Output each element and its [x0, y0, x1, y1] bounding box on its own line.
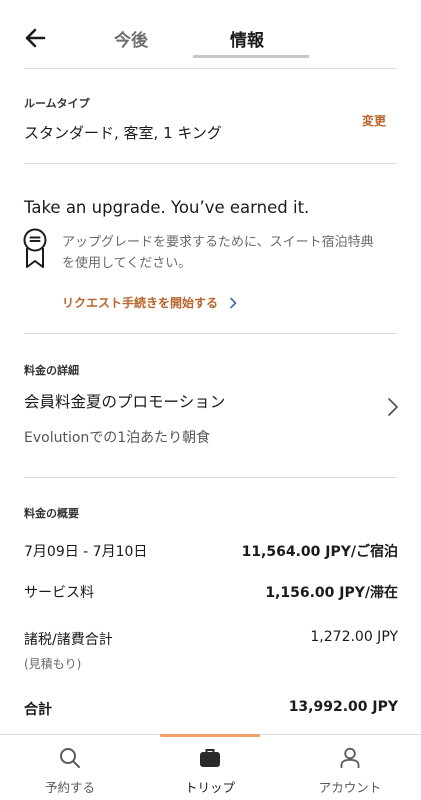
search-icon	[60, 748, 80, 768]
estimate-label: (見積もり)	[24, 657, 82, 671]
rate-details-row[interactable]: 会員料金夏のプロモーション Evolutionでの1泊あたり朝食	[0, 380, 421, 450]
taxes-value: 1,272.00 JPY	[310, 629, 398, 645]
service-fee-value: 1,156.00 JPY/滞在	[265, 585, 398, 601]
divider	[24, 477, 397, 478]
tab-book-label: 予約する	[44, 780, 95, 795]
active-tab-underline	[193, 55, 309, 58]
tab-trips-label: トリップ	[184, 780, 235, 795]
request-upgrade-link[interactable]: リクエスト手続きを開始する	[62, 294, 238, 311]
divider	[24, 68, 397, 69]
change-room-link[interactable]: 変更	[362, 112, 386, 129]
divider	[24, 333, 397, 334]
person-icon	[340, 747, 360, 768]
taxes-label: 諸税/諸費合計	[24, 632, 113, 648]
nightly-rate: 11,564.00 JPY/ご宿泊	[241, 544, 398, 560]
suitcase-icon	[200, 749, 220, 767]
chevron-right-icon	[388, 398, 398, 416]
total-value: 13,992.00 JPY	[288, 699, 398, 715]
chevron-right-icon	[230, 297, 237, 308]
rate-details-label: 料金の詳細	[24, 364, 79, 377]
total-label: 合計	[24, 702, 52, 718]
top-header: 今後 情報	[0, 0, 421, 68]
divider	[24, 163, 397, 164]
upgrade-title: Take an upgrade. You’ve earned it.	[24, 198, 310, 217]
bottom-tab-bar: 予約する トリップ アカウント	[0, 734, 421, 800]
request-upgrade-label: リクエスト手続きを開始する	[62, 296, 219, 310]
tab-book[interactable]: 予約する	[0, 735, 140, 800]
medal-icon	[23, 228, 47, 268]
service-fee-label: サービス料	[24, 585, 94, 601]
tab-account[interactable]: アカウント	[280, 735, 420, 800]
room-type-value: スタンダード, 客室, 1 キング	[24, 124, 222, 142]
room-type-label: ルームタイプ	[24, 97, 90, 110]
tab-info[interactable]: 情報	[230, 26, 264, 51]
stay-dates: 7月09日 - 7月10日	[24, 544, 148, 560]
tab-upcoming[interactable]: 今後	[114, 26, 148, 51]
tab-trips[interactable]: トリップ	[140, 735, 280, 800]
tab-account-label: アカウント	[318, 780, 382, 795]
rate-subtitle: Evolutionでの1泊あたり朝食	[24, 430, 211, 446]
rate-name: 会員料金夏のプロモーション	[24, 393, 226, 411]
rate-summary-label: 料金の概要	[24, 507, 79, 520]
upgrade-description: アップグレードを要求するために、スイート宿泊特典を使用してください。	[62, 235, 374, 271]
back-arrow-icon[interactable]	[22, 24, 50, 52]
